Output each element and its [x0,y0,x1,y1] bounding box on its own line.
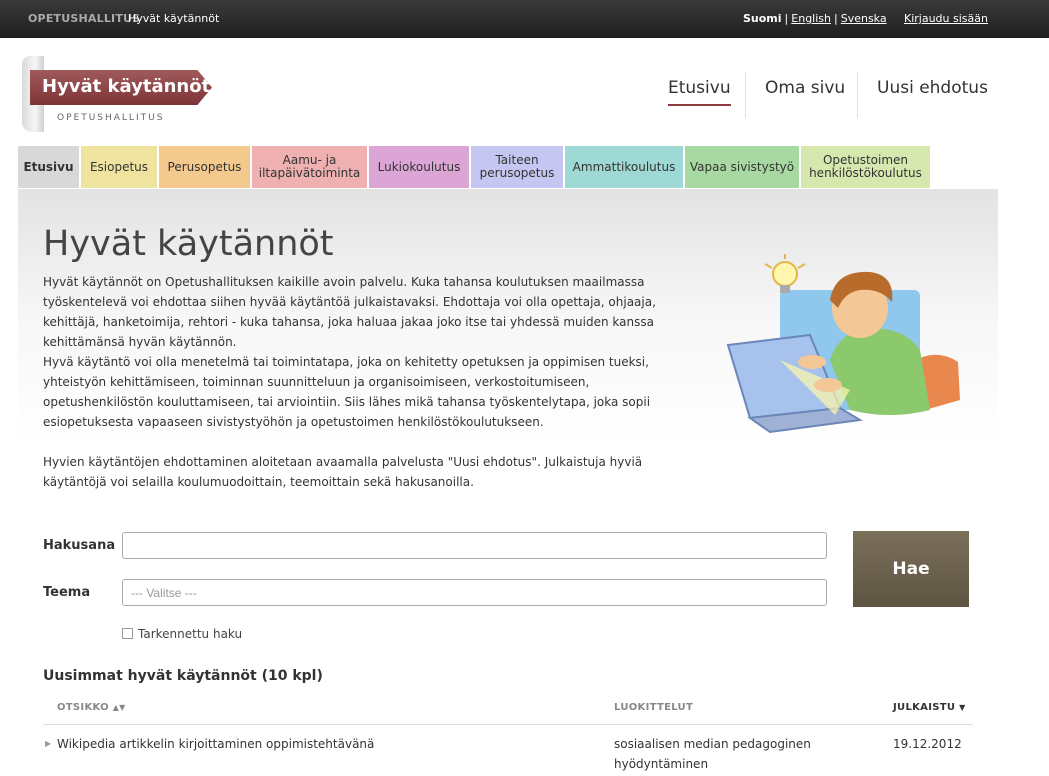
nav-etusivu[interactable]: Etusivu [668,78,731,106]
tab-label: Aamu- ja iltapäivätoiminta [258,153,361,180]
tab-lukiokoulutus[interactable]: Lukiokoulutus [369,146,470,188]
tab-perusopetus[interactable]: Perusopetus [159,146,251,188]
nav-divider [745,72,746,118]
tab-vapaa-sivistystyo[interactable]: Vapaa sivistystyö [685,146,800,188]
column-header-published[interactable]: JULKAISTU ▼ [893,702,966,713]
tab-label: Perusopetus [167,159,242,174]
tab-label: Esiopetus [89,159,149,174]
keyword-input[interactable] [122,532,827,559]
theme-select[interactable]: --- Valitse --- [122,579,827,606]
lang-suomi[interactable]: Suomi [743,12,782,25]
sort-arrows-icon: ▲▼ [112,703,126,712]
column-published-label: JULKAISTU [893,702,956,713]
top-bar: OPETUSHALLITUS Hyvät käytännöt Suomi | Eng… [0,0,1049,38]
lang-separator: | [784,12,789,25]
row-tags-line2: hyödyntäminen [614,757,709,771]
tab-label: Etusivu [23,159,74,174]
tab-label: Vapaa sivistystyö [689,159,795,174]
latest-practices-title: Uusimmat hyvät käytännöt (10 kpl) [43,668,323,684]
row-title[interactable]: Wikipedia artikkelin kirjoittaminen oppi… [57,734,374,754]
table-header-divider [43,724,973,725]
logo-title[interactable]: Hyvät käytännöt [30,70,212,105]
page-title: Hyvät käytännöt [43,224,334,264]
caret-down-icon: ▼ [959,703,966,712]
site-name: Hyvät käytännöt [128,12,220,25]
lang-separator: | [834,12,838,25]
tab-label: Taiteen perusopetus [479,153,555,180]
logo-subtitle: OPETUSHALLITUS [57,113,165,123]
row-date: 19.12.2012 [893,737,962,751]
intro-paragraph-3: Hyvien käytäntöjen ehdottaminen aloiteta… [43,455,643,489]
login-link[interactable]: Kirjaudu sisään [904,12,988,25]
tab-label: Lukiokoulutus [377,159,461,174]
intro-paragraph-1: Hyvät käytännöt on Opetushallituksen kai… [43,275,656,349]
language-switcher: Suomi | English | Svenska [743,12,887,25]
org-name: OPETUSHALLITUS [28,12,141,25]
caret-right-icon[interactable]: ▶ [45,734,51,754]
lang-svenska[interactable]: Svenska [841,12,887,25]
tab-opetustoimen-henkilostokoulutus[interactable]: Opetustoimen henkilöstökoulutus [801,146,931,188]
tab-label: Opetustoimen henkilöstökoulutus [809,153,922,180]
intro-paragraph-2: Hyvä käytäntö voi olla menetelmä tai toi… [43,355,651,429]
column-header-tags: LUOKITTELUT [614,702,694,713]
tab-aamu-ja-iltapaivatoiminta[interactable]: Aamu- ja iltapäivätoiminta [252,146,368,188]
column-header-title[interactable]: OTSIKKO ▲▼ [57,702,126,713]
theme-label: Teema [43,585,91,600]
nav-oma-sivu[interactable]: Oma sivu [765,78,845,98]
search-button[interactable]: Hae [853,531,969,607]
person-with-laptop-illustration [726,254,960,434]
advanced-search-checkbox[interactable] [122,628,133,639]
advanced-search-label[interactable]: Tarkennettu haku [138,627,242,641]
tab-ammattikoulutus[interactable]: Ammattikoulutus [565,146,684,188]
tab-etusivu[interactable]: Etusivu [18,146,80,188]
tab-taiteen-perusopetus[interactable]: Taiteen perusopetus [471,146,564,188]
nav-uusi-ehdotus[interactable]: Uusi ehdotus [877,78,988,98]
nav-divider [857,72,858,118]
lang-english[interactable]: English [791,12,831,25]
tab-label: Ammattikoulutus [572,159,676,174]
column-title-label: OTSIKKO [57,702,109,713]
keyword-label: Hakusana [43,538,116,553]
tab-esiopetus[interactable]: Esiopetus [81,146,158,188]
row-tags-line1: sosiaalisen median pedagoginen [614,737,811,751]
